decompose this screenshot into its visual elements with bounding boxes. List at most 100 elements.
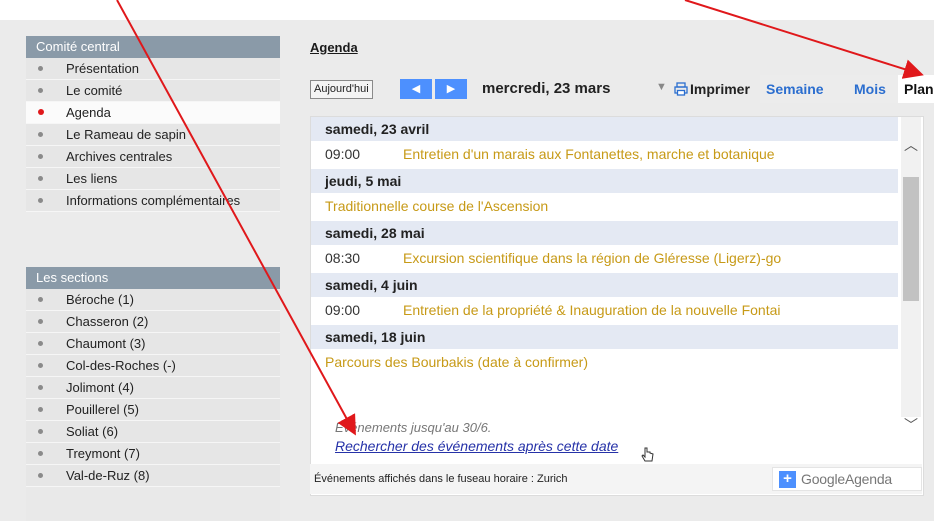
section-item-chaumont-3[interactable]: Chaumont (3) [26,333,280,355]
bullet-icon [38,451,43,456]
scrollbar[interactable]: ︿ ﹀ [901,117,921,433]
day-header: samedi, 4 juin [311,273,898,297]
section-item-col-des-roches[interactable]: Col-des-Roches (-) [26,355,280,377]
sidebar-item-label: Archives centrales [66,149,173,164]
event-row[interactable]: Traditionnelle course de l'Ascension [311,193,898,220]
chevron-left-icon: ◀ [411,83,421,95]
caret-down-icon[interactable]: ▼ [656,81,667,93]
day-header: samedi, 28 mai [311,221,898,245]
sidebar-item-label: Informations complémentaires [66,193,241,208]
events-until-note: Événements jusqu'au 30/6. [335,420,492,435]
section-item-label: Chasseron (2) [66,314,149,329]
event-row[interactable]: 08:30 Excursion scientifique dans la régi… [311,245,898,272]
event-title[interactable]: Parcours des Bourbakis (date à confirmer… [325,354,588,370]
agenda-panel: samedi, 23 avril 09:00 Entretien d'un mara… [310,116,924,496]
printer-icon[interactable] [674,82,688,96]
bullet-icon [38,473,43,478]
event-row[interactable]: 09:00 Entretien de la propriété & Inaugur… [311,297,898,324]
bullet-icon [38,341,43,346]
hand-cursor-icon [641,447,654,462]
sidebar-item-le-rameau-de-sapin[interactable]: Le Rameau de sapin [26,124,280,146]
sections-nav-items: Béroche (1) Chasseron (2) Chaumont (3) Col-… [26,289,280,487]
agenda-title[interactable]: Agenda [310,40,358,55]
event-title[interactable]: Traditionnelle course de l'Ascension [325,198,548,214]
sections-nav-title: Les sections [26,267,280,289]
event-row[interactable]: 09:00 Entretien d'un marais aux Fontanett… [311,141,898,168]
chevron-down-icon[interactable]: ﹀ [903,415,919,433]
bullet-icon [38,319,43,324]
section-item-label: Treymont (7) [66,446,140,461]
section-item-label: Soliat (6) [66,424,119,439]
section-item-label: Chaumont (3) [66,336,146,351]
bullet-icon [38,154,43,159]
bullet-icon [38,132,43,137]
section-item-pouillerel-5[interactable]: Pouillerel (5) [26,399,280,421]
print-button[interactable]: Imprimer [690,81,750,97]
chevron-right-icon: ▶ [446,83,456,95]
main-nav-title: Comité central [26,36,280,58]
bullet-icon [38,429,43,434]
event-title[interactable]: Entretien d'un marais aux Fontanettes, m… [403,146,775,162]
section-item-beroche-1[interactable]: Béroche (1) [26,289,280,311]
sidebar-item-les-liens[interactable]: Les liens [26,168,280,190]
sidebar-item-archives-centrales[interactable]: Archives centrales [26,146,280,168]
tab-month[interactable]: Mois [848,75,900,103]
day-header: samedi, 23 avril [311,117,898,141]
sidebar-item-label: Le comité [66,83,123,98]
bullet-icon [38,66,43,71]
scrollbar-thumb[interactable] [903,177,919,301]
event-row[interactable]: Parcours des Bourbakis (date à confirmer… [311,349,898,376]
day-header: jeudi, 5 mai [311,169,898,193]
section-item-chasseron-2[interactable]: Chasseron (2) [26,311,280,333]
sidebar-item-presentation[interactable]: Présentation [26,58,280,80]
bullet-icon [38,407,43,412]
bullet-icon [38,198,43,203]
event-title[interactable]: Excursion scientifique dans la région de… [403,250,781,266]
event-list: samedi, 23 avril 09:00 Entretien d'un mara… [311,117,898,417]
section-item-label: Val-de-Ruz (8) [66,468,150,483]
bullet-icon [38,297,43,302]
google-agenda-badge[interactable]: + GoogleAgenda [772,467,922,491]
section-item-label: Béroche (1) [66,292,134,307]
event-time: 09:00 [325,146,361,162]
section-item-soliat-6[interactable]: Soliat (6) [26,421,280,443]
today-button[interactable]: Aujourd'hui [310,80,373,99]
app-window: Comité central Présentation Le comité Agen… [0,0,934,521]
section-item-label: Jolimont (4) [66,380,134,395]
sidebar-item-label: Présentation [66,61,139,76]
sidebar-item-agenda[interactable]: Agenda [26,102,280,124]
calendar-toolbar: Aujourd'hui ◀ ▶ mercredi, 23 mars ▼ Impr… [310,75,934,103]
bullet-icon [38,363,43,368]
section-item-label: Pouillerel (5) [66,402,139,417]
search-later-events-link[interactable]: Rechercher des événements après cette da… [335,438,618,454]
section-item-jolimont-4[interactable]: Jolimont (4) [26,377,280,399]
sidebar-item-informations-complementaires[interactable]: Informations complémentaires [26,190,280,212]
timezone-note: Événements affichés dans le fuseau horai… [314,473,568,485]
event-time: 09:00 [325,302,361,318]
prev-button[interactable]: ◀ [400,79,432,99]
sidebar-item-le-comite[interactable]: Le comité [26,80,280,102]
event-title[interactable]: Entretien de la propriété & Inauguration… [403,302,780,318]
tab-planning[interactable]: Planning [898,75,934,103]
main-nav: Comité central Présentation Le comité Agen… [26,36,280,212]
section-item-val-de-ruz-8[interactable]: Val-de-Ruz (8) [26,465,280,487]
sidebar-item-label: Le Rameau de sapin [66,127,186,142]
event-time: 08:30 [325,250,361,266]
section-item-label: Col-des-Roches (-) [66,358,176,373]
sidebar-item-label: Agenda [66,105,111,120]
next-button[interactable]: ▶ [435,79,467,99]
chevron-up-icon[interactable]: ︿ [903,135,919,153]
agenda-footer: Événements affichés dans le fuseau horai… [310,464,922,494]
sidebar-item-label: Les liens [66,171,118,186]
plus-icon: + [779,471,796,488]
bullet-icon [38,109,44,115]
tab-week[interactable]: Semaine [760,75,852,103]
sections-nav: Les sections Béroche (1) Chasseron (2) Cha… [26,267,280,521]
bullet-icon [38,176,43,181]
bullet-icon [38,385,43,390]
day-header: samedi, 18 juin [311,325,898,349]
section-item-treymont-7[interactable]: Treymont (7) [26,443,280,465]
current-date-label[interactable]: mercredi, 23 mars [482,80,610,97]
google-agenda-label: GoogleAgenda [801,471,893,487]
main-nav-items: Présentation Le comité Agenda Le Rameau de … [26,58,280,212]
